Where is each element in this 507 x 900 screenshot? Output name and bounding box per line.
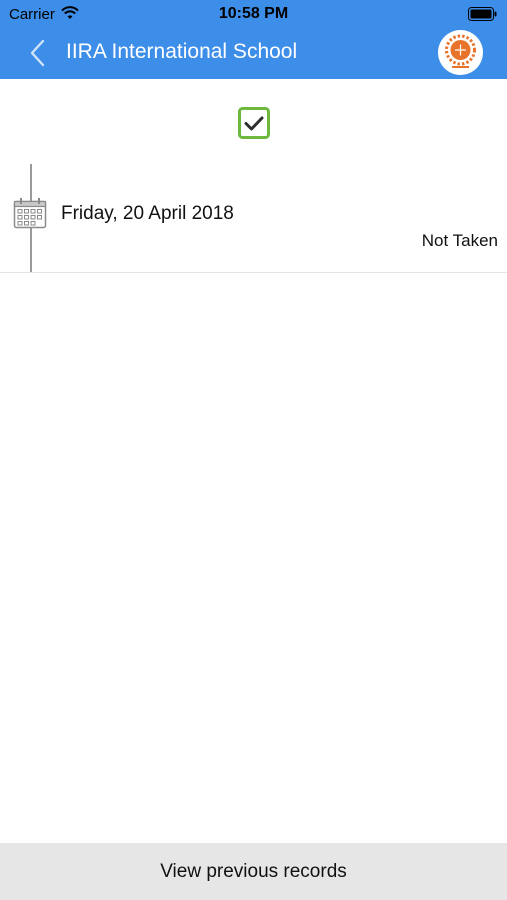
checkbox-checked-icon[interactable] bbox=[238, 107, 270, 139]
school-logo bbox=[438, 30, 483, 75]
app-header: Carrier 10:58 PM IIRA International Scho… bbox=[0, 0, 507, 79]
record-status: Not Taken bbox=[421, 231, 498, 250]
status-time: 10:58 PM bbox=[218, 5, 289, 22]
battery-icon bbox=[468, 7, 498, 21]
page-title: IIRA International School bbox=[66, 40, 298, 63]
status-bar: Carrier 10:58 PM bbox=[0, 0, 507, 28]
record-date: Friday, 20 April 2018 bbox=[61, 203, 234, 224]
navigation-bar: IIRA International School bbox=[0, 28, 507, 79]
calendar-icon bbox=[13, 197, 47, 229]
divider bbox=[0, 272, 507, 273]
view-previous-records-button[interactable]: View previous records bbox=[0, 843, 507, 900]
chevron-left-icon[interactable] bbox=[29, 39, 47, 67]
